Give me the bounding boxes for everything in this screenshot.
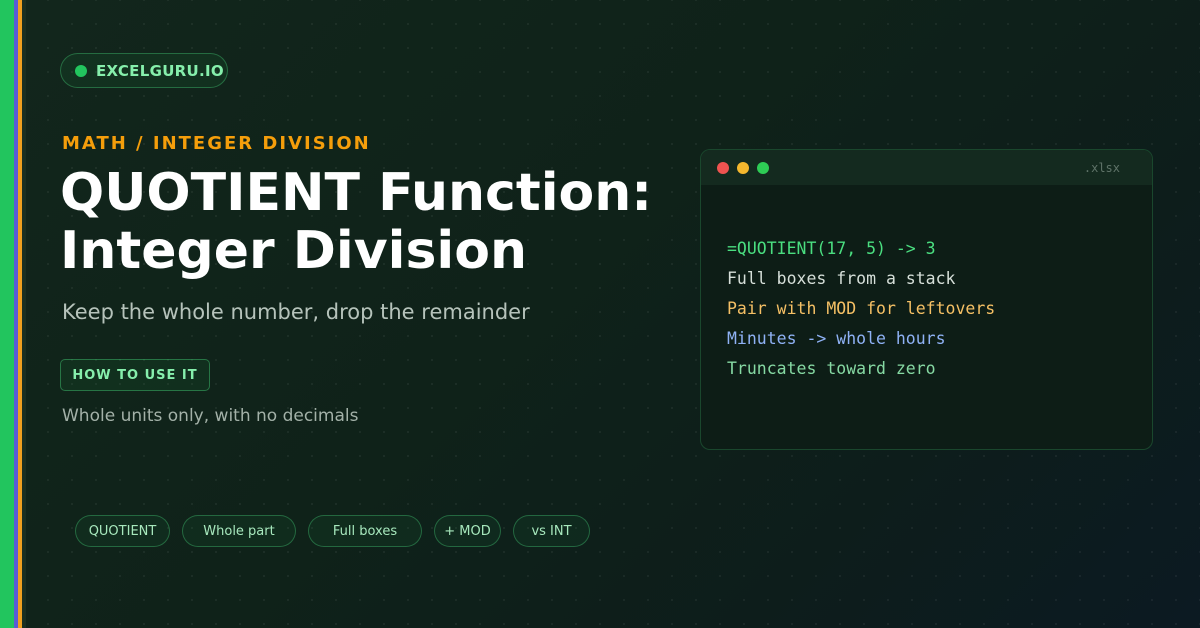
code-line-minutes: Minutes -> whole hours bbox=[727, 329, 946, 348]
status-dot-icon bbox=[75, 64, 87, 77]
code-line-mod: Pair with MOD for leftovers bbox=[727, 299, 996, 318]
code-line-formula: =QUOTIENT(17, 5) -> 3 bbox=[727, 239, 936, 258]
code-line-full-boxes: Full boxes from a stack bbox=[727, 269, 956, 288]
accent-stripe-dark bbox=[22, 0, 26, 628]
tag-quotient[interactable]: QUOTIENT bbox=[75, 515, 170, 547]
note-text: Whole units only, with no decimals bbox=[62, 406, 359, 426]
file-extension-label: .xlsx bbox=[1083, 161, 1120, 175]
code-window: .xlsx =QUOTIENT(17, 5) -> 3 Full boxes f… bbox=[700, 149, 1153, 450]
brand-label: EXCELGURU.IO bbox=[96, 61, 224, 80]
minimize-dot-icon[interactable] bbox=[737, 161, 749, 174]
tag-whole-part[interactable]: Whole part bbox=[182, 515, 296, 547]
maximize-dot-icon[interactable] bbox=[757, 161, 769, 174]
tag-vs-int[interactable]: vs INT bbox=[513, 515, 590, 547]
code-block: =QUOTIENT(17, 5) -> 3 Full boxes from a … bbox=[727, 234, 995, 384]
category-kicker: MATH / INTEGER DIVISION bbox=[62, 133, 371, 154]
code-line-truncates: Truncates toward zero bbox=[727, 359, 936, 378]
title-line-1: QUOTIENT Function: bbox=[60, 163, 653, 223]
tag-list: QUOTIENT Whole part Full boxes + MOD vs … bbox=[75, 515, 590, 547]
brand-badge[interactable]: EXCELGURU.IO bbox=[60, 53, 228, 88]
close-dot-icon[interactable] bbox=[717, 161, 729, 174]
tag-plus-mod[interactable]: + MOD bbox=[434, 515, 501, 547]
window-title-bar: .xlsx bbox=[701, 150, 1152, 185]
tag-full-boxes[interactable]: Full boxes bbox=[308, 515, 422, 547]
page-title: QUOTIENT Function: Integer Division bbox=[60, 164, 700, 280]
how-to-use-button[interactable]: HOW TO USE IT bbox=[60, 359, 210, 391]
title-line-2: Integer Division bbox=[60, 221, 527, 281]
accent-stripe-green bbox=[0, 0, 14, 628]
page-subtitle: Keep the whole number, drop the remainde… bbox=[62, 300, 530, 324]
